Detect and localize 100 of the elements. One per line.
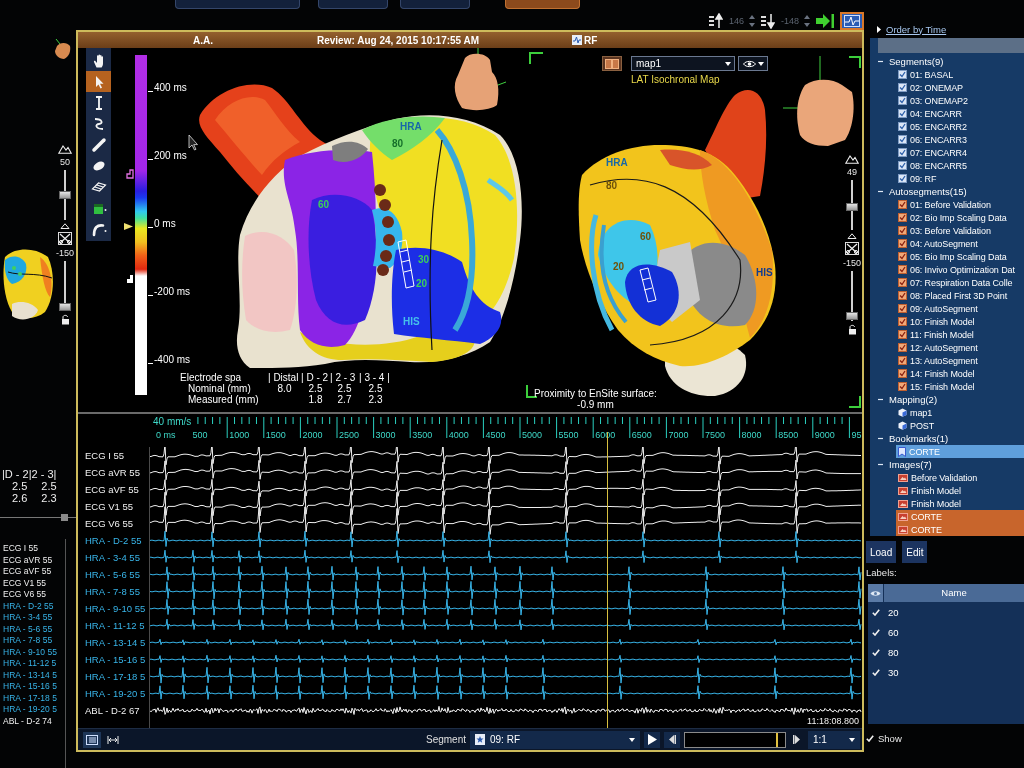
- segment-dropdown[interactable]: 09: RF: [470, 730, 640, 749]
- tree-group[interactable]: Mapping(2): [870, 393, 1024, 406]
- tree-item[interactable]: 13: AutoSegment: [896, 354, 1024, 367]
- tree-group[interactable]: Segments(9): [870, 55, 1024, 68]
- channel-label: HRA - 17-18 5: [3, 692, 57, 704]
- tree-item[interactable]: 09: RF: [896, 172, 1024, 185]
- splitter-handle-icon[interactable]: [61, 514, 68, 521]
- tree-group[interactable]: Autosegments(15): [870, 185, 1024, 198]
- tree-item[interactable]: POST: [896, 419, 1024, 432]
- timeline-marker[interactable]: [776, 732, 779, 747]
- tree-item[interactable]: 03: Before Validation: [896, 224, 1024, 237]
- checked-box-icon: [898, 317, 907, 326]
- minus-icon[interactable]: [878, 397, 883, 402]
- tree-item[interactable]: 02: Bio Imp Scaling Data: [896, 211, 1024, 224]
- spinner-icon[interactable]: [749, 15, 755, 27]
- channel-label: ABL - D-2 74: [3, 715, 52, 727]
- step-back-button[interactable]: [664, 731, 680, 748]
- tree-item[interactable]: 08: Placed First 3D Point: [896, 289, 1024, 302]
- map-label: 80: [392, 138, 404, 149]
- tree-item[interactable]: 02: ONEMAP: [896, 81, 1024, 94]
- tree-item[interactable]: 04: AutoSegment: [896, 237, 1024, 250]
- eye-icon: [870, 589, 881, 597]
- tree-item[interactable]: 05: ENCARR2: [896, 120, 1024, 133]
- visibility-dropdown[interactable]: [738, 56, 768, 71]
- slider-thumb[interactable]: [59, 191, 71, 199]
- lock-icon: [60, 314, 70, 325]
- minus-icon[interactable]: [878, 59, 883, 64]
- tree-item[interactable]: 11: Finish Model: [896, 328, 1024, 341]
- minus-icon[interactable]: [878, 189, 883, 194]
- tree-item[interactable]: 10: Finish Model: [896, 315, 1024, 328]
- ruler-label: 1000: [229, 430, 250, 440]
- tree-item[interactable]: 07: ENCARR4: [896, 146, 1024, 159]
- tree-item[interactable]: 06: Invivo Optimization Dat: [896, 263, 1024, 276]
- tree-item[interactable]: CORTE: [896, 510, 1024, 523]
- zoom-dropdown[interactable]: 1:1: [808, 730, 860, 749]
- tree-item[interactable]: map1: [896, 406, 1024, 419]
- bars-down-icon: [761, 13, 775, 29]
- tree-group[interactable]: Bookmarks(1): [870, 432, 1024, 445]
- split-view-button[interactable]: [602, 56, 622, 71]
- tree-item[interactable]: 07: Respiration Data Colle: [896, 276, 1024, 289]
- tree-item[interactable]: CORTE: [896, 523, 1024, 536]
- move-up-button[interactable]: [707, 12, 724, 30]
- cube-icon: [898, 408, 907, 417]
- tree-item[interactable]: 15: Finish Model: [896, 380, 1024, 393]
- tree-item[interactable]: Finish Model: [896, 484, 1024, 497]
- ruler-label: 6500: [631, 430, 652, 440]
- map-label: 60: [318, 199, 330, 210]
- map-label: 20: [416, 278, 428, 289]
- tree-item[interactable]: 04: ENCARR: [896, 107, 1024, 120]
- tree-item[interactable]: 08: ENCARR5: [896, 159, 1024, 172]
- label-row[interactable]: 30: [868, 662, 899, 682]
- minus-icon[interactable]: [878, 462, 883, 467]
- timeline-track[interactable]: [684, 731, 786, 748]
- slider-thumb[interactable]: [59, 303, 71, 311]
- visibility-column-header[interactable]: [868, 584, 883, 602]
- tree-item[interactable]: 03: ONEMAP2: [896, 94, 1024, 107]
- tree-item[interactable]: 09: AutoSegment: [896, 302, 1024, 315]
- triangle-icon: [60, 223, 70, 229]
- minus-icon[interactable]: [878, 436, 883, 441]
- move-down-button[interactable]: [760, 12, 776, 30]
- tree-item[interactable]: 12: AutoSegment: [896, 341, 1024, 354]
- tree-item[interactable]: 05: Bio Imp Scaling Data: [896, 250, 1024, 263]
- spinner-icon[interactable]: [804, 15, 810, 27]
- scale-label: -200 ms: [148, 285, 191, 299]
- tree-item[interactable]: 01: Before Validation: [896, 198, 1024, 211]
- panel-button[interactable]: Load: [866, 541, 897, 563]
- play-button[interactable]: [644, 731, 660, 748]
- channel-label: ECG aVR 55: [85, 466, 140, 480]
- channel-label: HRA - 15-16 5: [3, 681, 57, 693]
- signal-view-toggle[interactable]: [840, 12, 864, 30]
- map-label: HRA: [400, 121, 422, 132]
- column-header[interactable]: Name: [884, 584, 1024, 602]
- panel-button[interactable]: Edit: [902, 541, 928, 563]
- ruler-label: 2000: [302, 430, 323, 440]
- label-row[interactable]: 20: [868, 602, 899, 622]
- slider-thumb[interactable]: [846, 203, 858, 212]
- label-row[interactable]: 60: [868, 622, 899, 642]
- tree-item[interactable]: 14: Finish Model: [896, 367, 1024, 380]
- view-corner-icon: [848, 395, 861, 408]
- show-checkbox[interactable]: Show: [864, 733, 902, 744]
- scale-handle-icon[interactable]: [123, 222, 134, 231]
- tree-item[interactable]: Before Validation: [896, 471, 1024, 484]
- torso-icon: [52, 38, 72, 60]
- channel-label: HRA - D-2 55: [85, 534, 142, 548]
- tree-item[interactable]: 01: BASAL: [896, 68, 1024, 81]
- checked-box-icon: [898, 369, 907, 378]
- apply-button[interactable]: [815, 12, 835, 30]
- filter-field[interactable]: [878, 38, 1024, 53]
- tree-item[interactable]: 06: ENCARR3: [896, 133, 1024, 146]
- scale-handle-icon[interactable]: [126, 169, 134, 179]
- list-button[interactable]: [83, 731, 101, 748]
- channel-label: HRA - 7-8 55: [85, 585, 140, 599]
- tree-group[interactable]: Images(7): [870, 458, 1024, 471]
- map-dropdown[interactable]: map1: [631, 56, 735, 71]
- order-link[interactable]: Order by Time: [886, 23, 947, 35]
- tree-item[interactable]: Finish Model: [896, 497, 1024, 510]
- label-row[interactable]: 80: [868, 642, 899, 662]
- slider-thumb[interactable]: [846, 311, 858, 320]
- step-back-icon: [668, 735, 676, 744]
- limit-value: -148: [781, 16, 799, 26]
